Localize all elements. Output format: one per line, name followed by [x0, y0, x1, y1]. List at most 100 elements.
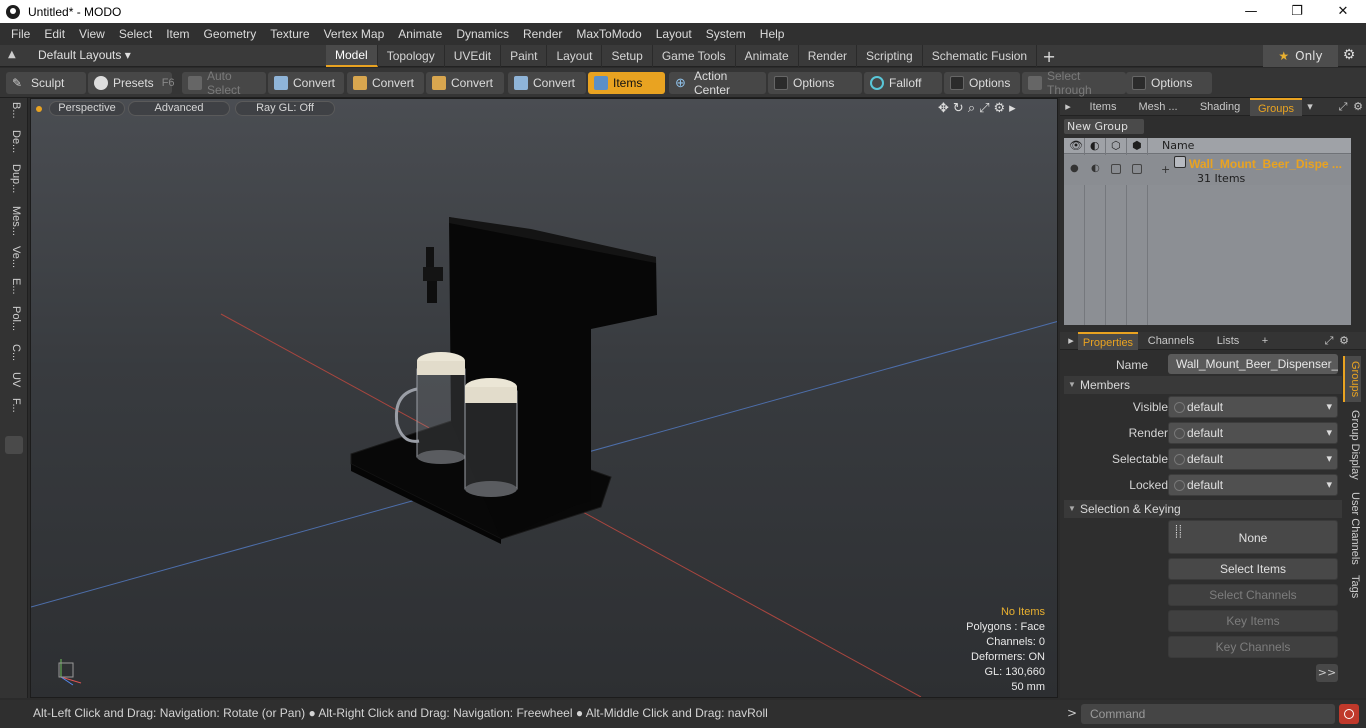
properties-menu-icon[interactable]: ▸ — [1066, 332, 1076, 350]
convert-button-3[interactable]: Convert — [426, 72, 504, 94]
row-lock-checkbox[interactable] — [1132, 164, 1142, 174]
none-button[interactable]: ⁝⁝ ⁝⁝ None — [1168, 520, 1338, 554]
tab-properties[interactable]: Properties — [1078, 332, 1138, 350]
menu-view[interactable]: View — [72, 27, 112, 41]
raygl-button[interactable]: Ray GL: Off — [235, 101, 335, 116]
tab-setup[interactable]: Setup — [602, 45, 653, 67]
menu-animate[interactable]: Animate — [391, 27, 449, 41]
convert-button-4[interactable]: Convert — [508, 72, 586, 94]
menu-file[interactable]: File — [4, 27, 37, 41]
selectable-dropdown[interactable]: default — [1168, 448, 1338, 470]
menu-item[interactable]: Item — [159, 27, 196, 41]
expand-arrow-icon[interactable]: ▸ — [1009, 101, 1016, 116]
menu-select[interactable]: Select — [112, 27, 159, 41]
action-center-button[interactable]: ⊕ Action Center — [669, 69, 766, 97]
close-button[interactable]: ✕ — [1320, 0, 1366, 23]
left-tab-vertex[interactable]: Ve... — [4, 246, 22, 268]
options-button-1[interactable]: Options — [768, 72, 862, 94]
tab-animate[interactable]: Animate — [736, 45, 799, 67]
viewport-settings-icon[interactable]: ⚙ — [994, 101, 1006, 116]
add-properties-tab-button[interactable]: + — [1258, 332, 1272, 350]
side-tab-user-channels[interactable]: User Channels — [1343, 488, 1361, 568]
tab-topology[interactable]: Topology — [378, 45, 445, 67]
select-items-button[interactable]: Select Items — [1168, 558, 1338, 580]
tab-uvedit[interactable]: UVEdit — [445, 45, 502, 67]
menu-geometry[interactable]: Geometry — [197, 27, 264, 41]
options-button-2[interactable]: Options — [944, 72, 1020, 94]
select-through-button[interactable]: Select Through — [1022, 69, 1126, 97]
menu-vertex-map[interactable]: Vertex Map — [317, 27, 392, 41]
left-strip-toggle[interactable] — [5, 436, 23, 454]
key-channels-button[interactable]: Key Channels — [1168, 636, 1338, 658]
menu-layout[interactable]: Layout — [649, 27, 699, 41]
tab-model[interactable]: Model — [326, 45, 378, 67]
3d-viewport[interactable]: Perspective Advanced Ray GL: Off ✥ ↻ ⌕ ⤢… — [30, 98, 1058, 698]
row-render-icon[interactable]: ◐ — [1091, 163, 1100, 174]
falloff-button[interactable]: Falloff — [864, 72, 942, 94]
new-group-button[interactable]: New Group — [1064, 119, 1144, 134]
side-tab-groups[interactable]: Groups — [1343, 356, 1361, 402]
auto-select-button[interactable]: Auto Select — [182, 69, 266, 97]
tab-render[interactable]: Render — [799, 45, 858, 67]
lock-icon[interactable]: ⬢ — [1132, 139, 1142, 152]
left-tab-curve[interactable]: C... — [4, 344, 22, 361]
layouts-dropdown[interactable]: Default Layouts ▾ — [38, 48, 131, 62]
layout-collapse-icon[interactable]: ▲ — [8, 49, 22, 63]
left-tab-basic[interactable]: B... — [4, 102, 22, 119]
panel-menu-icon[interactable]: ▸ — [1064, 98, 1072, 116]
tab-game-tools[interactable]: Game Tools — [653, 45, 736, 67]
tabs-dropdown-icon[interactable]: ▾ — [1304, 98, 1316, 116]
tab-paint[interactable]: Paint — [501, 45, 548, 67]
view-type-button[interactable]: Perspective — [49, 101, 125, 116]
members-section[interactable]: Members — [1064, 376, 1342, 394]
left-tab-polygon[interactable]: Pol... — [4, 306, 22, 331]
panel-gear-icon[interactable]: ⚙ — [1352, 98, 1364, 116]
name-field[interactable]: Wall_Mount_Beer_Dispenser_wit — [1168, 354, 1338, 374]
select-lock-icon[interactable]: ⬡ — [1111, 139, 1121, 152]
side-tab-group-display[interactable]: Group Display — [1343, 406, 1361, 484]
menu-render[interactable]: Render — [516, 27, 569, 41]
tab-shading[interactable]: Shading — [1190, 98, 1250, 116]
more-button[interactable]: >> — [1316, 664, 1338, 682]
properties-gear-icon[interactable]: ⚙ — [1338, 332, 1350, 350]
convert-button-1[interactable]: Convert — [268, 72, 344, 94]
expand-panel-icon[interactable]: ⤢ — [1336, 98, 1350, 116]
tab-items[interactable]: Items — [1084, 98, 1122, 116]
menu-help[interactable]: Help — [753, 27, 792, 41]
stop-icon[interactable] — [1339, 704, 1359, 724]
presets-button[interactable]: Presets F6 — [88, 72, 175, 94]
items-button[interactable]: Items — [588, 72, 665, 94]
left-tab-edge[interactable]: E... — [4, 278, 22, 295]
side-tab-tags[interactable]: Tags — [1343, 572, 1361, 602]
tab-channels[interactable]: Channels — [1142, 332, 1200, 350]
tab-schematic-fusion[interactable]: Schematic Fusion — [923, 45, 1038, 67]
group-row[interactable]: ● ◐ + Wall_Mount_Beer_Dispe ... 31 Items — [1064, 155, 1351, 185]
left-tab-uv[interactable]: UV — [4, 372, 22, 387]
sculpt-button[interactable]: ✎ Sculpt — [6, 72, 86, 94]
tab-layout[interactable]: Layout — [547, 45, 603, 67]
shading-button[interactable]: Advanced — [128, 101, 230, 116]
visible-dropdown[interactable]: default — [1168, 396, 1338, 418]
tab-scripting[interactable]: Scripting — [857, 45, 923, 67]
menu-edit[interactable]: Edit — [37, 27, 72, 41]
groups-list[interactable]: 👁 ◐ ⬡ ⬢ Name ● ◐ + Wall_Mount_Beer_Dispe… — [1064, 138, 1351, 325]
key-items-button[interactable]: Key Items — [1168, 610, 1338, 632]
tab-mesh[interactable]: Mesh ... — [1130, 98, 1186, 116]
left-tab-fusion[interactable]: F... — [4, 398, 22, 413]
row-select-checkbox[interactable] — [1111, 164, 1121, 174]
left-tab-deform[interactable]: De... — [4, 130, 22, 153]
locked-dropdown[interactable]: default — [1168, 474, 1338, 496]
rotate-view-icon[interactable]: ↻ — [953, 101, 964, 116]
convert-button-2[interactable]: Convert — [347, 72, 424, 94]
move-view-icon[interactable]: ✥ — [938, 101, 949, 116]
left-tab-mesh-edit[interactable]: Mes... — [4, 206, 22, 236]
menu-dynamics[interactable]: Dynamics — [449, 27, 516, 41]
command-input[interactable]: Command — [1081, 704, 1335, 724]
render-icon[interactable]: ◐ — [1090, 139, 1100, 152]
maximize-button[interactable]: ❐ — [1274, 0, 1320, 23]
tab-groups[interactable]: Groups — [1250, 98, 1302, 116]
name-column-header[interactable]: Name — [1162, 139, 1194, 152]
left-tab-duplicate[interactable]: Dup... — [4, 164, 22, 193]
visibility-icon[interactable]: 👁 — [1069, 139, 1083, 152]
viewport-menu-icon[interactable] — [36, 106, 42, 112]
